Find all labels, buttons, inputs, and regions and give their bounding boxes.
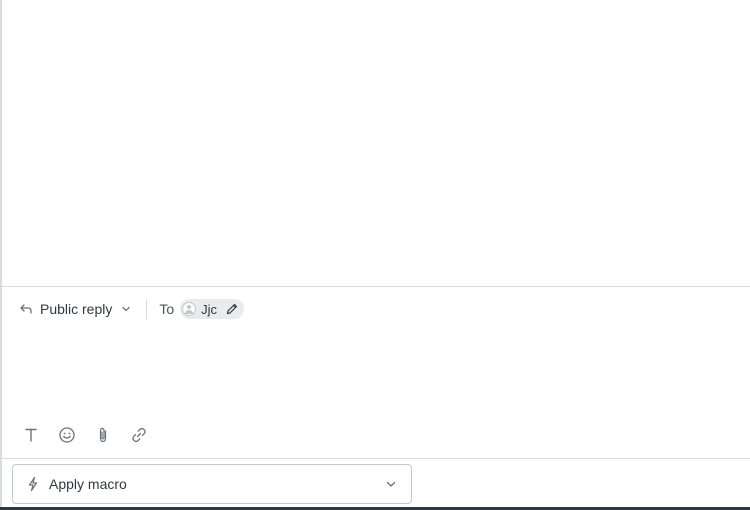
recipient-pill[interactable]: Jjc [180,299,245,319]
footer-divider [2,458,750,459]
chevron-down-icon [122,306,131,312]
text-format-button[interactable] [18,422,44,448]
pencil-icon[interactable] [225,302,239,316]
apply-macro-label: Apply macro [49,476,127,492]
attachment-icon [99,427,107,443]
attach-button[interactable] [90,422,116,448]
chevron-down-icon [386,481,396,487]
emoji-icon [59,427,75,443]
lightning-icon [28,476,38,492]
reply-type-dropdown[interactable]: Public reply [18,295,132,323]
avatar [182,302,197,316]
reply-icon [20,304,32,314]
header-separator [146,299,148,319]
reply-body-editor[interactable] [2,332,750,417]
recipient-name: Jjc [201,301,218,317]
conversation-area [2,0,750,286]
emoji-button[interactable] [54,422,80,448]
reply-header: Public reply To Jjc [2,287,750,331]
to-label: To [159,301,175,317]
composer-toolbar [18,422,162,448]
link-button[interactable] [126,422,152,448]
reply-type-label: Public reply [40,301,113,317]
apply-macro-dropdown[interactable]: Apply macro [12,464,412,504]
text-format-icon [25,428,37,442]
link-icon [132,427,146,443]
